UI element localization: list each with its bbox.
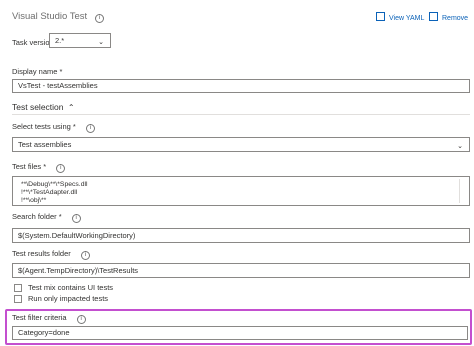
view-yaml-link[interactable]: View YAML (376, 12, 424, 22)
test-files-label: Test files * i (12, 162, 66, 173)
task-title-text: Visual Studio Test (12, 11, 88, 22)
test-filter-label: Test filter criteria i (12, 313, 86, 324)
impacted-tests-row[interactable]: Run only impacted tests (14, 294, 108, 303)
task-version-select[interactable]: 2.* ⌄ (49, 33, 111, 48)
test-files-line: **\Debug\**\*Specs.dll (21, 181, 88, 188)
display-name-input[interactable]: VsTest - testAssemblies (12, 79, 470, 93)
search-folder-label: Search folder * i (12, 212, 81, 223)
search-folder-input[interactable]: $(System.DefaultWorkingDirectory) (12, 228, 470, 243)
test-results-input[interactable]: $(Agent.TempDirectory)\TestResults (12, 263, 470, 278)
textarea-scrollbar[interactable] (459, 179, 467, 203)
impacted-tests-label: Run only impacted tests (28, 294, 109, 303)
ui-tests-label: Test mix contains UI tests (28, 283, 114, 292)
ui-tests-checkbox[interactable] (14, 283, 22, 292)
display-name-label: Display name * (12, 67, 63, 76)
info-icon[interactable]: i (56, 164, 66, 173)
ui-tests-row[interactable]: Test mix contains UI tests (14, 283, 113, 292)
chevron-down-icon: ⌄ (457, 143, 463, 150)
select-tests-dropdown[interactable]: Test assemblies ⌄ (12, 137, 470, 152)
info-icon[interactable]: i (85, 124, 95, 133)
test-files-line: !**\obj\** (21, 197, 47, 204)
chevron-up-icon: ⌃ (67, 103, 75, 112)
test-results-label: Test results folder i (12, 249, 90, 260)
select-tests-label: Select tests using * i (12, 122, 95, 133)
info-icon[interactable]: i (71, 214, 81, 223)
view-yaml-icon (376, 12, 385, 21)
remove-icon (429, 12, 438, 21)
chevron-down-icon: ⌄ (98, 39, 104, 46)
remove-link[interactable]: Remove (429, 12, 468, 22)
task-title: Visual Studio Test i (12, 11, 104, 23)
test-files-line: !**\*TestAdapter.dll (21, 189, 78, 196)
impacted-tests-checkbox[interactable] (14, 294, 22, 303)
info-icon[interactable]: i (94, 14, 104, 23)
info-icon[interactable]: i (80, 251, 90, 260)
test-filter-input[interactable]: Category=done (12, 326, 468, 340)
task-version-label: Task version (12, 38, 54, 47)
section-test-selection[interactable]: Test selection ⌃ (12, 102, 75, 112)
test-files-textarea[interactable]: **\Debug\**\*Specs.dll !**\*TestAdapter.… (12, 176, 470, 206)
info-icon[interactable]: i (76, 315, 86, 324)
section-divider (12, 114, 470, 115)
